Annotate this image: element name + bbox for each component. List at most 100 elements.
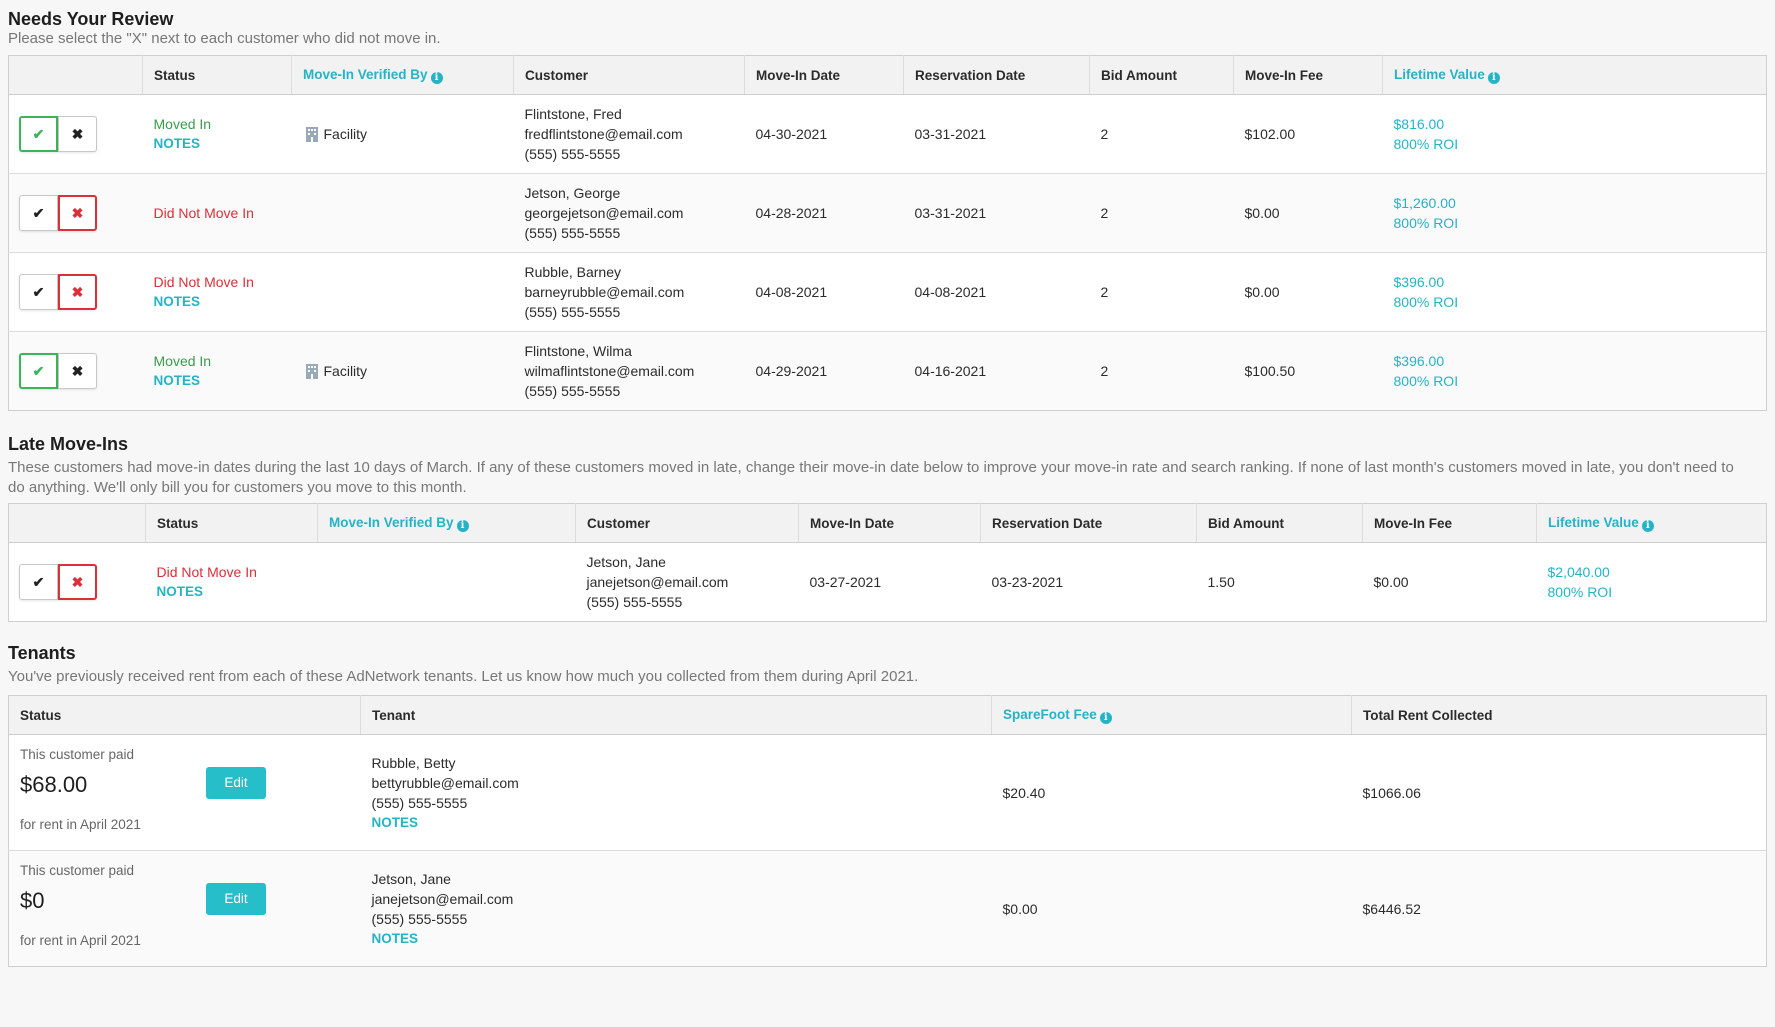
customer-cell: Flintstone, Wilma wilmaflintstone@email.…: [513, 331, 745, 411]
customer-name: Jetson, George: [524, 185, 621, 201]
did-not-move-in-button[interactable]: ✖: [58, 353, 97, 389]
verified-cell: Facility: [291, 94, 514, 174]
edit-button[interactable]: Edit: [206, 767, 266, 799]
customer-phone: (555) 555-5555: [524, 383, 621, 399]
roi-value: 800% ROI: [1393, 294, 1459, 310]
col-move-in-fee: Move-In Fee: [1233, 55, 1383, 95]
paid-label: This customer paid: [20, 747, 135, 762]
review-title: Needs Your Review: [8, 9, 174, 29]
paid-period: for rent in April 2021: [20, 933, 141, 948]
info-icon[interactable]: i: [430, 71, 443, 84]
customer-phone: (555) 555-5555: [586, 594, 683, 610]
status-text: Did Not Move In: [153, 205, 254, 221]
move-in-date-cell[interactable]: 04-30-2021: [744, 94, 904, 174]
check-icon: ✔: [32, 126, 45, 142]
edit-button[interactable]: Edit: [206, 883, 266, 915]
close-icon: ✖: [71, 363, 84, 379]
customer-cell: Jetson, Jane janejetson@email.com (555) …: [576, 543, 799, 622]
bid-amount-cell: 2: [1089, 173, 1234, 253]
notes-link[interactable]: NOTES: [372, 813, 992, 833]
confirm-moved-in-button[interactable]: ✔: [19, 116, 58, 152]
lifetime-value-cell: $1,260.00 800% ROI: [1382, 173, 1767, 253]
customer-name: Rubble, Barney: [524, 264, 622, 280]
close-icon: ✖: [71, 205, 84, 221]
roi-value: 800% ROI: [1547, 584, 1613, 600]
status-cell: Did Not Move In NOTES: [146, 543, 318, 622]
col-lifetime-value[interactable]: Lifetime Value i: [1382, 55, 1767, 95]
col-customer: Customer: [575, 503, 799, 543]
confirm-moved-in-button[interactable]: ✔: [19, 274, 58, 310]
did-not-move-in-button[interactable]: ✖: [58, 564, 97, 600]
late-title: Late Move-Ins: [8, 434, 129, 454]
col-move-in-date: Move-In Date: [798, 503, 981, 543]
tenant-email: bettyrubble@email.com: [371, 774, 519, 791]
info-icon[interactable]: i: [1487, 71, 1500, 84]
tenant-cell: Jetson, Jane janejetson@email.com (555) …: [360, 850, 992, 967]
notes-link[interactable]: NOTES: [154, 292, 292, 312]
move-in-toggle: ✔ ✖: [19, 116, 97, 152]
table-row: ✔ ✖ Moved In NOTES Facility Flintstone, …: [8, 94, 1767, 174]
did-not-move-in-button[interactable]: ✖: [58, 274, 97, 310]
col-verified-by-label: Move-In Verified By: [329, 514, 454, 530]
did-not-move-in-button[interactable]: ✖: [58, 116, 97, 152]
reservation-date-cell: 03-31-2021: [903, 173, 1090, 253]
table-row: ✔ ✖ Did Not Move In Jetson, George georg…: [8, 173, 1767, 253]
check-icon: ✔: [32, 284, 45, 300]
confirm-moved-in-button[interactable]: ✔: [19, 564, 58, 600]
total-rent-cell: $6446.52: [1351, 850, 1767, 967]
col-sparefoot-fee-label: SpareFoot Fee: [1003, 706, 1097, 722]
col-total-rent: Total Rent Collected: [1351, 695, 1767, 735]
col-verified-by[interactable]: Move-In Verified By i: [291, 55, 514, 95]
info-icon[interactable]: i: [456, 519, 469, 532]
check-icon: ✔: [32, 574, 45, 590]
col-sparefoot-fee[interactable]: SpareFoot Fee i: [991, 695, 1352, 735]
tenant-status-cell: This customer paid $68.00 for rent in Ap…: [8, 734, 361, 851]
col-bid-amount: Bid Amount: [1089, 55, 1234, 95]
action-cell: ✔ ✖: [8, 252, 143, 332]
status-text: Did Not Move In: [156, 564, 257, 580]
did-not-move-in-button[interactable]: ✖: [58, 195, 97, 231]
move-in-fee-cell: $0.00: [1373, 574, 1409, 590]
customer-email: wilmaflintstone@email.com: [524, 363, 695, 379]
tenant-email: janejetson@email.com: [371, 890, 514, 907]
notes-link[interactable]: NOTES: [372, 929, 992, 949]
lifetime-value: $816.00: [1393, 116, 1445, 132]
col-verified-by[interactable]: Move-In Verified By i: [317, 503, 576, 543]
tenant-name: Jetson, Jane: [371, 870, 451, 887]
tenant-name: Rubble, Betty: [371, 754, 456, 771]
tenants-title: Tenants: [8, 643, 76, 663]
notes-link[interactable]: NOTES: [154, 134, 292, 154]
bid-amount-cell: 1.50: [1207, 574, 1235, 590]
notes-link[interactable]: NOTES: [154, 371, 292, 391]
verified-cell: [318, 543, 576, 622]
move-in-date-cell[interactable]: 04-28-2021: [744, 173, 904, 253]
reservation-date-cell: 04-08-2021: [903, 252, 1090, 332]
col-lifetime-value[interactable]: Lifetime Value i: [1536, 503, 1767, 543]
move-in-date-cell[interactable]: 04-08-2021: [744, 252, 904, 332]
customer-cell: Flintstone, Fred fredflintstone@email.co…: [513, 94, 745, 174]
move-in-toggle: ✔ ✖: [19, 564, 97, 600]
confirm-moved-in-button[interactable]: ✔: [19, 195, 58, 231]
table-row: This customer paid $68.00 for rent in Ap…: [8, 734, 1767, 851]
col-lifetime-value-label: Lifetime Value: [1548, 514, 1639, 530]
move-in-date-cell[interactable]: 03-27-2021: [799, 543, 981, 622]
col-actions: [8, 55, 143, 95]
close-icon: ✖: [71, 126, 84, 142]
tenant-phone: (555) 555-5555: [371, 910, 468, 927]
info-icon[interactable]: i: [1099, 711, 1112, 724]
tenant-status-cell: This customer paid $0 for rent in April …: [8, 850, 361, 967]
lifetime-value: $2,040.00: [1547, 564, 1610, 580]
move-in-date-cell[interactable]: 04-29-2021: [744, 331, 904, 411]
notes-link[interactable]: NOTES: [157, 582, 318, 602]
sparefoot-fee-cell: $20.40: [991, 734, 1352, 851]
table-row: ✔ ✖ Moved In NOTES Facility Flintstone, …: [8, 331, 1767, 411]
customer-email: georgejetson@email.com: [524, 205, 684, 221]
reservation-date-cell: 04-16-2021: [903, 331, 1090, 411]
late-description: These customers had move-in dates during…: [8, 459, 1734, 496]
col-move-in-date: Move-In Date: [744, 55, 904, 95]
status-cell: Did Not Move In: [142, 173, 292, 253]
page: Needs Your Review Please select the "X" …: [0, 0, 1775, 1027]
confirm-moved-in-button[interactable]: ✔: [19, 353, 58, 389]
info-icon[interactable]: i: [1641, 519, 1654, 532]
bid-amount-cell: 2: [1089, 94, 1234, 174]
